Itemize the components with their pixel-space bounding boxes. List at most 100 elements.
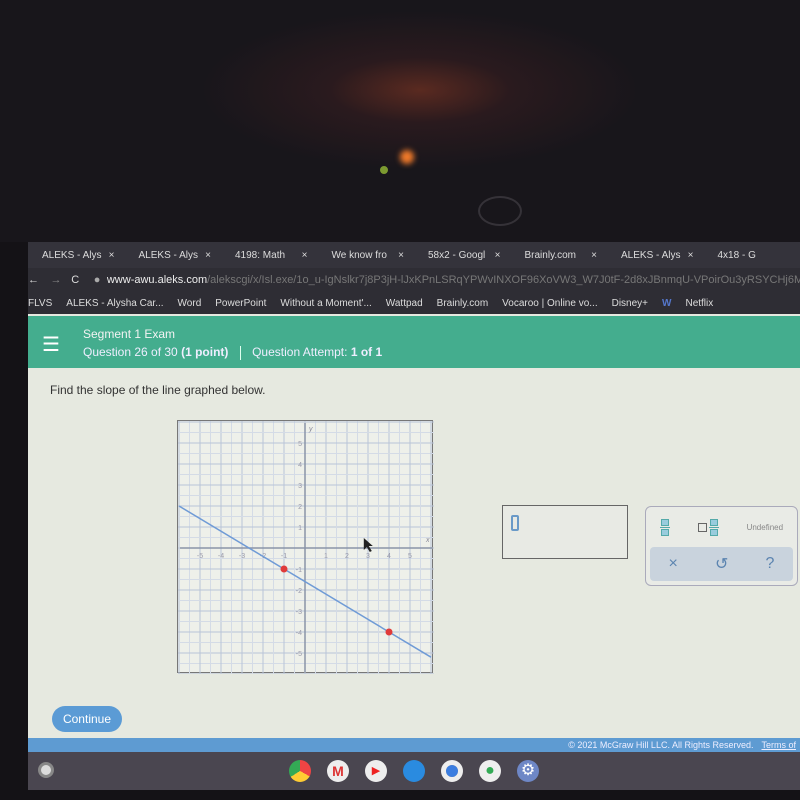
attempt-value: 1 of 1 [350,345,383,359]
browser-tab[interactable]: ALEKS - Alys × [125,250,222,261]
x-tick-label: 5 [408,553,412,560]
webcam-light [380,166,388,174]
x-tick-label: 2 [345,553,349,560]
bookmark[interactable]: Word [178,298,202,309]
browser-tab[interactable]: 4198: Math × [221,250,318,261]
tab-label: ALEKS - Alys [621,249,681,261]
bookmark[interactable]: Disney+ [612,298,648,309]
exam-header: ☰ Segment 1 Exam Question 26 of 30 (1 po… [28,316,800,368]
footer: © 2021 McGraw Hill LLC. All Rights Reser… [28,738,800,752]
y-tick-label: 3 [298,483,302,490]
help-button[interactable]: ? [766,555,775,573]
x-tick-label: 3 [366,553,370,560]
coordinate-graph: xy-5-4-3-2-112345-5-4-3-2-112345 [177,420,434,675]
close-icon[interactable]: × [302,250,308,261]
smiley-logo [478,196,522,226]
settings-icon[interactable]: ⚙ [517,760,539,782]
undo-button[interactable]: ↺ [715,554,728,574]
segment-title: Segment 1 Exam [83,327,176,341]
maps-icon[interactable]: ● [479,760,501,782]
graph-svg: xy-5-4-3-2-112345-5-4-3-2-112345 [178,421,434,675]
tab-label: 4198: Math [235,249,286,261]
y-tick-label: -3 [296,609,302,616]
y-tick-label: 1 [298,525,302,532]
input-cursor [511,515,519,531]
close-icon[interactable]: × [495,250,501,261]
browser-tab[interactable]: ALEKS - Alys × [28,250,125,261]
attempt-label: Question Attempt: [252,345,348,359]
launcher-icon[interactable] [38,762,54,778]
chrome-icon[interactable] [289,760,311,782]
menu-icon[interactable]: ☰ [42,332,60,357]
tab-bar: ALEKS - Alys × ALEKS - Alys × 4198: Math × … [28,242,800,268]
math-keypad: Undefined × ↺ ? [645,506,798,586]
bookmark[interactable]: Vocaroo | Online vo... [502,298,597,309]
tab-label: 4x18 - G [717,249,756,261]
bookmark[interactable]: PowerPoint [215,298,266,309]
fraction-button[interactable] [659,518,670,536]
lock-icon: ● [93,274,101,286]
close-icon[interactable]: × [591,250,597,261]
screen: ALEKS - Alys × ALEKS - Alys × 4198: Math × … [28,242,800,790]
bookmark[interactable]: Netflix [685,298,713,309]
answer-input[interactable] [502,505,628,559]
x-tick-label: -5 [197,553,203,560]
bookmark[interactable]: Without a Moment'... [280,298,371,309]
line-point [280,565,288,573]
light-glow [400,150,414,164]
close-icon[interactable]: × [688,250,694,261]
forward-icon[interactable]: → [51,274,72,286]
browser-tab[interactable]: ALEKS - Alys × [607,250,704,261]
y-tick-label: -1 [296,567,302,574]
divider [239,345,241,360]
x-tick-label: 1 [324,553,328,560]
question-prompt: Find the slope of the line graphed below… [50,383,266,397]
x-tick-label: -4 [218,553,224,560]
bookmark[interactable]: Brainly.com [437,298,489,309]
gmail-icon[interactable]: M [327,760,349,782]
y-tick-label: 2 [298,504,302,511]
youtube-icon[interactable]: ▶ [365,760,387,782]
mixed-number-button[interactable] [697,518,719,536]
bookmarks-bar: FLVS ALEKS - Alysha Car... Word PowerPoi… [28,292,800,314]
close-icon[interactable]: × [398,250,404,261]
tab-label: 58x2 - Googl [428,249,486,261]
bookmark[interactable]: Wattpad [386,298,423,309]
question-points: (1 point) [181,345,229,359]
x-axis-label: x [425,537,430,544]
url-path: /alekscgi/x/Isl.exe/1o_u-IgNslkr7j8P3jH-… [207,274,800,286]
docs-icon[interactable] [441,760,463,782]
bookmark-w-icon[interactable]: W [662,298,671,309]
address-bar[interactable]: ← → C ● www-awu.aleks.com/alekscgi/x/Isl… [28,268,800,292]
bookmark[interactable]: FLVS [28,298,52,309]
reload-icon[interactable]: C [71,274,94,286]
copyright-text: © 2021 McGraw Hill LLC. All Rights Reser… [568,740,754,750]
browser-tab[interactable]: Brainly.com × [511,250,608,261]
bookmark[interactable]: ALEKS - Alysha Car... [66,298,163,309]
y-axis-label: y [308,426,313,433]
y-tick-label: 4 [298,462,302,469]
close-icon[interactable]: × [205,250,211,261]
x-tick-label: 4 [387,553,391,560]
y-tick-label: -5 [296,651,302,658]
messages-icon[interactable] [403,760,425,782]
browser-tab[interactable]: 58x2 - Googl × [414,250,511,261]
question-info: Question 26 of 30 (1 point) Question Att… [83,345,382,360]
y-tick-label: -4 [296,630,302,637]
terms-link[interactable]: Terms of [761,740,796,750]
browser-tab[interactable]: 4x18 - G [704,250,800,261]
photo-background [0,0,800,242]
y-tick-label: 5 [298,441,302,448]
line-point [385,628,393,636]
browser-tab[interactable]: We know fro × [318,250,415,261]
back-icon[interactable]: ← [28,274,51,286]
question-number: Question 26 of 30 [83,345,178,359]
clear-button[interactable]: × [669,555,678,573]
continue-button[interactable]: Continue [52,706,122,732]
tab-label: We know fro [331,249,387,261]
tab-label: ALEKS - Alys [42,249,102,261]
undefined-button[interactable]: Undefined [747,523,783,532]
tab-label: Brainly.com [524,249,577,261]
close-icon[interactable]: × [109,250,115,261]
url-text[interactable]: www-awu.aleks.com/alekscgi/x/Isl.exe/1o_… [107,274,800,286]
